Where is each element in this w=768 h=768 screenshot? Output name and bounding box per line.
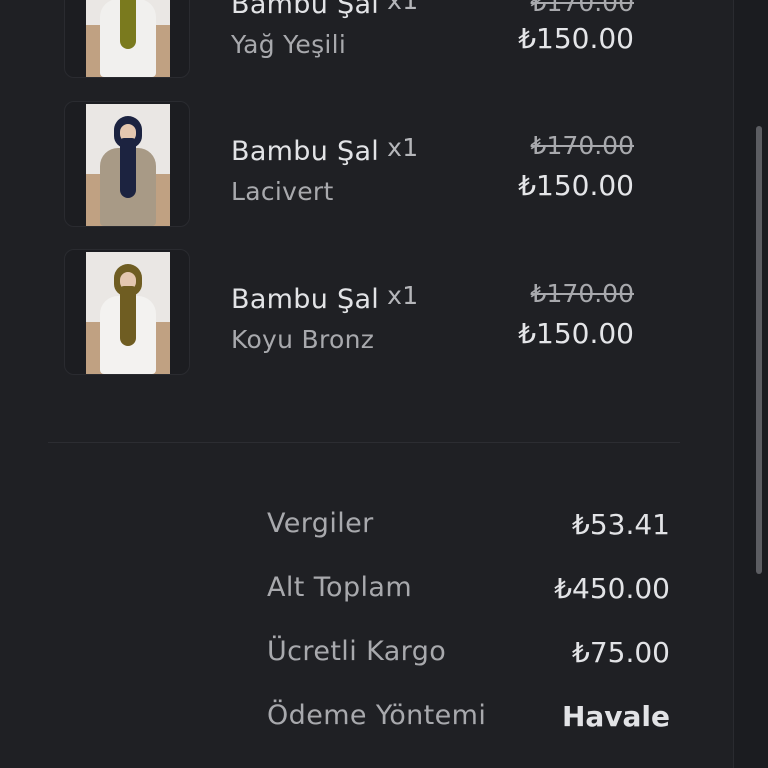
product-thumbnail xyxy=(64,0,190,78)
scrollbar-thumb[interactable] xyxy=(756,126,762,574)
product-quantity: x1 xyxy=(387,133,419,162)
summary-row-payment-method: Ödeme Yöntemi Havale xyxy=(267,700,670,740)
sale-price: ₺150.00 xyxy=(518,22,634,55)
summary-row-shipping: Ücretli Kargo ₺75.00 xyxy=(267,636,670,676)
product-name: Bambu Şal x1 xyxy=(231,133,419,167)
order-summary-screen: Bambu Şal x1 Yağ Yeşili ₺170.00 ₺150.00 B… xyxy=(0,0,768,768)
product-thumbnail xyxy=(64,101,190,227)
summary-row-taxes: Vergiler ₺53.41 xyxy=(267,508,670,548)
shipping-value: ₺75.00 xyxy=(572,636,670,669)
sale-price: ₺150.00 xyxy=(518,169,634,202)
product-name: Bambu Şal x1 xyxy=(231,281,419,315)
scroll-track[interactable] xyxy=(733,0,768,768)
product-thumbnail xyxy=(64,249,190,375)
original-price: ₺170.00 xyxy=(530,279,634,308)
taxes-label: Vergiler xyxy=(267,508,374,539)
product-variant: Yağ Yeşili xyxy=(231,30,347,59)
summary-row-subtotal: Alt Toplam ₺450.00 xyxy=(267,572,670,612)
subtotal-value: ₺450.00 xyxy=(554,572,670,605)
subtotal-label: Alt Toplam xyxy=(267,572,413,603)
taxes-value: ₺53.41 xyxy=(572,508,670,541)
cart-item: Bambu Şal x1 Yağ Yeşili ₺170.00 ₺150.00 xyxy=(0,0,734,82)
payment-method-label: Ödeme Yöntemi xyxy=(267,700,487,731)
product-quantity: x1 xyxy=(387,281,419,310)
section-divider xyxy=(48,442,680,443)
product-name: Bambu Şal x1 xyxy=(231,0,418,20)
product-quantity: x1 xyxy=(387,0,419,15)
sale-price: ₺150.00 xyxy=(518,317,634,350)
cart-item: Bambu Şal x1 Koyu Bronz ₺170.00 ₺150.00 xyxy=(0,249,734,379)
product-variant: Koyu Bronz xyxy=(231,325,375,354)
payment-method-value: Havale xyxy=(561,700,670,733)
product-photo xyxy=(86,252,170,374)
product-photo xyxy=(86,104,170,226)
original-price: ₺170.00 xyxy=(530,0,634,17)
product-photo xyxy=(86,0,170,77)
shipping-label: Ücretli Kargo xyxy=(267,636,447,667)
product-variant: Lacivert xyxy=(231,177,334,206)
original-price: ₺170.00 xyxy=(530,131,634,160)
cart-item: Bambu Şal x1 Lacivert ₺170.00 ₺150.00 xyxy=(0,101,734,231)
